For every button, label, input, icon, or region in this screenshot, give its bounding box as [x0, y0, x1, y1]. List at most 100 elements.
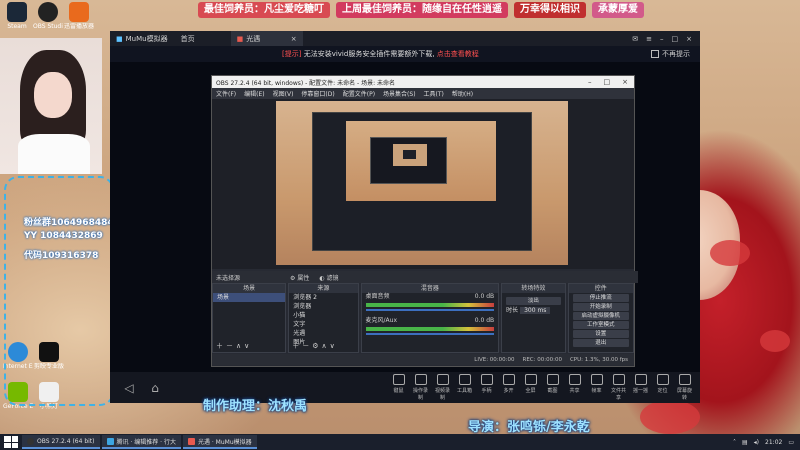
source-item[interactable]: 浏览器 2: [289, 293, 357, 302]
menu-help[interactable]: 帮助(H): [452, 89, 473, 98]
minimize-icon[interactable]: –: [660, 35, 664, 43]
game-icon: [187, 437, 195, 445]
close-icon[interactable]: ×: [686, 35, 692, 43]
mixer-db: 0.0 dB: [474, 293, 495, 300]
exit-button[interactable]: 退出: [572, 339, 630, 347]
live-timer: LIVE: 00:00:00: [474, 356, 515, 363]
controls-dock: 控件 停止推流 开始录制 启动虚拟摄像机 工作室模式 设置 退出: [567, 283, 635, 353]
tool-keymap[interactable]: 键鼠: [389, 374, 408, 401]
taskbar: OBS 27.2.4 (64 bit) 腾讯 · 编辑推荐 · 行大 光遇 · …: [0, 434, 800, 450]
game-icon: ■: [236, 34, 244, 43]
banner-best-keeper: 最佳饲养员：凡尘爱吃糖叮: [198, 2, 330, 18]
sources-dock: 来源 浏览器 2 浏览器 小猫 文字 光遇 图片 ＋－⚙∧∨: [288, 283, 359, 353]
scene-item[interactable]: 场景: [213, 293, 286, 302]
mixer-db: 0.0 dB: [474, 317, 495, 324]
source-item[interactable]: 光遇: [289, 329, 357, 338]
obs-minimize-icon[interactable]: –: [588, 78, 592, 86]
tool-location[interactable]: 定位: [653, 374, 672, 401]
back-icon[interactable]: ◁: [122, 381, 136, 395]
preview-canvas: [276, 101, 568, 265]
properties-button[interactable]: ⚙ 属性: [290, 273, 309, 282]
maximize-icon[interactable]: □: [672, 35, 679, 43]
volume-icon[interactable]: ◂): [754, 439, 759, 446]
dont-show-again-checkbox[interactable]: 不再提示: [651, 49, 690, 59]
taskbar-item-browser[interactable]: 腾讯 · 编辑推荐 · 行大: [101, 435, 181, 449]
mumu-tab-home[interactable]: ■ MuMu模拟器 首页: [110, 31, 201, 46]
tray-arrow-icon[interactable]: ˄: [733, 439, 736, 446]
tool-share[interactable]: 共享: [565, 374, 584, 401]
taskbar-item-mumu[interactable]: 光遇 · MuMu模拟器: [182, 435, 257, 449]
no-source-selected: 未选择源: [216, 274, 241, 282]
petal: [760, 330, 790, 352]
virtual-camera-button[interactable]: 启动虚拟摄像机: [572, 312, 630, 320]
source-item[interactable]: 浏览器: [289, 302, 357, 311]
notification-icon[interactable]: ▭: [788, 439, 794, 446]
mumu-titlebar: ■ MuMu模拟器 首页 ■ 光遇 × ✉ ≡ – □ ×: [110, 31, 700, 46]
notice-tutorial-link[interactable]: 点击查看教程: [437, 50, 479, 58]
mixer-channel-name: 麦克风/Aux: [365, 317, 398, 324]
tool-record[interactable]: 视频录制: [433, 374, 452, 401]
scenes-dock: 场景 场景 ＋－∧∨: [212, 283, 287, 353]
menu-file[interactable]: 文件(F): [216, 89, 236, 98]
start-recording-button[interactable]: 开始录制: [572, 303, 630, 311]
tool-rotate[interactable]: 屏幕旋转: [675, 374, 694, 401]
desktop-icon-obs[interactable]: OBS Studio: [33, 2, 63, 30]
tool-multi[interactable]: 多开: [499, 374, 518, 401]
obs-statusbar: LIVE: 00:00:00 REC: 00:00:00 CPU: 1.3%, …: [212, 354, 634, 365]
tool-shake[interactable]: 摇一摇: [631, 374, 650, 401]
volume-slider[interactable]: [365, 309, 495, 311]
tool-toolbox[interactable]: 工具箱: [455, 374, 474, 401]
start-button[interactable]: [4, 436, 18, 448]
menu-edit[interactable]: 编辑(E): [244, 89, 264, 98]
mumu-tab-game[interactable]: ■ 光遇 ×: [230, 31, 303, 46]
settings-button[interactable]: 设置: [572, 330, 630, 338]
obs-menubar: 文件(F) 编辑(E) 视图(V) 停靠窗口(D) 配置文件(P) 场景集合(S…: [212, 88, 634, 99]
obs-window: OBS 27.2.4 (64 bit, windows) - 配置文件: 未命名…: [211, 75, 638, 367]
obs-maximize-icon[interactable]: □: [604, 78, 611, 86]
tool-gamepad[interactable]: 手柄: [477, 374, 496, 401]
menu-docks[interactable]: 停靠窗口(D): [301, 89, 334, 98]
menu-view[interactable]: 视图(V): [273, 89, 294, 98]
credit-director: 导演：张鸣铄/李永乾: [468, 420, 590, 435]
close-tab-icon[interactable]: ×: [291, 35, 297, 43]
menu-scene-collection[interactable]: 场景集合(S): [383, 89, 416, 98]
tool-fps[interactable]: 帧率: [587, 374, 606, 401]
scene-controls[interactable]: ＋－∧∨: [216, 341, 252, 351]
chat-overlay-frame: [4, 176, 114, 406]
menu-profile[interactable]: 配置文件(P): [343, 89, 375, 98]
menu-icon[interactable]: ≡: [646, 35, 652, 43]
tool-screenshot[interactable]: 截图: [543, 374, 562, 401]
tool-file-share[interactable]: 文件共享: [609, 374, 628, 401]
tool-fullscreen[interactable]: 全屏: [521, 374, 540, 401]
filters-button[interactable]: ◐ 滤镜: [319, 273, 338, 282]
transitions-dock: 转场特效 淡出 时长 300 ms: [501, 283, 566, 353]
obs-close-icon[interactable]: ×: [622, 78, 628, 86]
desktop-icon-steam[interactable]: Steam: [2, 2, 32, 30]
home-icon[interactable]: ⌂: [148, 381, 162, 395]
tool-macro[interactable]: 操作录制: [411, 374, 430, 401]
menu-tools[interactable]: 工具(T): [424, 89, 444, 98]
mumu-logo-icon: ■: [116, 34, 123, 43]
desktop-icon-player[interactable]: 迅雷播放器: [64, 2, 94, 30]
cpu-usage: CPU: 1.3%, 30.00 fps: [569, 356, 628, 363]
banner-last-week-keeper: 上周最佳饲养员：随缘自在任性逍遥: [336, 2, 508, 18]
taskbar-item-obs[interactable]: OBS 27.2.4 (64 bit): [22, 435, 100, 449]
mail-icon[interactable]: ✉: [632, 35, 638, 43]
source-controls[interactable]: ＋－⚙∧∨: [292, 341, 338, 351]
volume-slider[interactable]: [365, 333, 495, 335]
stop-streaming-button[interactable]: 停止推流: [572, 294, 630, 302]
yy-line: YY 1084432869: [24, 231, 103, 241]
source-item[interactable]: 小猫: [289, 311, 357, 320]
network-icon[interactable]: ▤: [742, 439, 748, 446]
clock[interactable]: 21:02: [765, 439, 782, 446]
browser-icon: [106, 437, 114, 445]
duration-input[interactable]: 300 ms: [520, 307, 551, 314]
mixer-channel-name: 桌面音频: [365, 293, 390, 300]
source-item[interactable]: 文字: [289, 320, 357, 329]
webcam-overlay: [0, 38, 102, 174]
mumu-toolbar: ◁ ⌂ 键鼠 操作录制 视频录制 工具箱 手柄 多开 全屏 截图 共享 帧率 文…: [110, 372, 700, 403]
obs-preview[interactable]: [212, 99, 634, 269]
studio-mode-button[interactable]: 工作室模式: [572, 321, 630, 329]
top-banner: 最佳饲养员：凡尘爱吃糖叮 上周最佳饲养员：随缘自在任性逍遥 万幸得以相识 承蒙厚…: [198, 2, 644, 20]
transition-select[interactable]: 淡出: [506, 297, 561, 305]
